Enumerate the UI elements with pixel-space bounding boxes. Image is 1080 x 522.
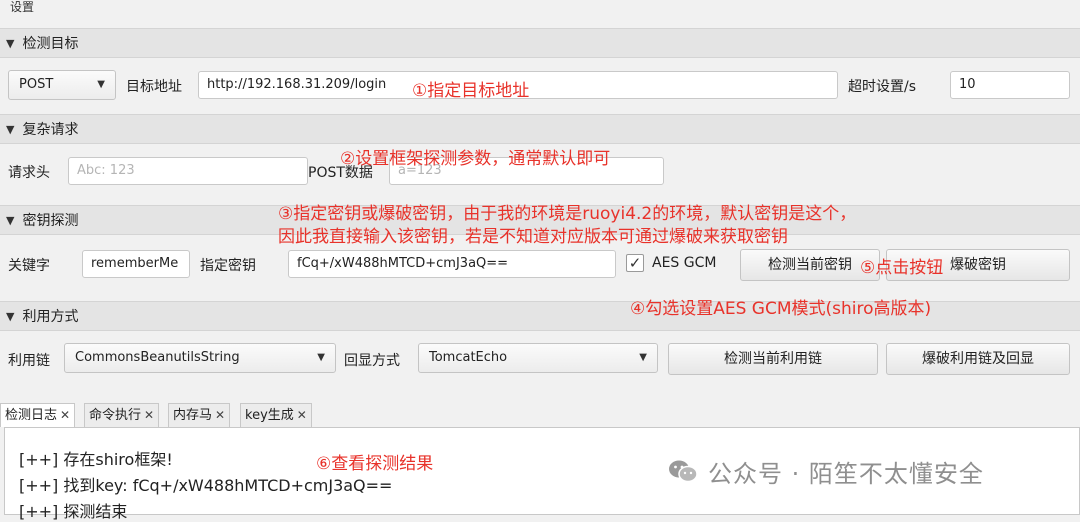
close-icon[interactable]: ✕: [215, 408, 225, 422]
section-complex-header[interactable]: ▼ 复杂请求: [0, 114, 1080, 144]
tab-command-exec[interactable]: 命令执行 ✕: [84, 403, 160, 427]
chain-select[interactable]: CommonsBeanutilsString ▼: [64, 343, 336, 373]
timeout-input[interactable]: 10: [950, 71, 1070, 99]
header-label: 请求头: [8, 165, 50, 181]
section-target-title: 检测目标: [22, 36, 79, 52]
log-line: [++] 找到key: fCq+/xW488hMTCD+cmJ3aQ==: [19, 476, 393, 495]
brute-chain-button[interactable]: 爆破利用链及回显: [886, 343, 1070, 375]
wechat-icon: [668, 458, 698, 484]
window-title: 设置: [10, 0, 35, 14]
collapse-triangle-icon: ▼: [6, 309, 15, 323]
collapse-triangle-icon: ▼: [6, 122, 15, 136]
method-select[interactable]: POST ▼: [8, 70, 116, 100]
chevron-down-icon: ▼: [317, 352, 325, 363]
header-input[interactable]: Abc: 123: [68, 157, 308, 185]
detect-chain-button[interactable]: 检测当前利用链: [668, 343, 878, 375]
annotation-1: ①指定目标地址: [412, 81, 530, 101]
log-line: [++] 存在shiro框架!: [19, 450, 173, 469]
annotation-3-line2: 因此我直接输入该密钥，若是不知道对应版本可通过爆破来获取密钥: [278, 227, 788, 247]
window-title-bar: 设置: [0, 0, 1080, 18]
key-input[interactable]: fCq+/xW488hMTCD+cmJ3aQ==: [288, 250, 616, 278]
annotation-6: ⑥查看探测结果: [316, 454, 434, 474]
tab-label: 内存马: [173, 408, 213, 423]
url-label: 目标地址: [126, 79, 182, 95]
tab-label: key生成: [245, 408, 294, 423]
collapse-triangle-icon: ▼: [6, 36, 15, 50]
checkmark-icon: ✓: [628, 254, 642, 272]
annotation-5: ⑤点击按钮: [860, 258, 944, 278]
section-exploit-title: 利用方式: [22, 309, 79, 325]
keyword-label: 关键字: [8, 258, 50, 274]
log-line: [++] 探测结束: [19, 502, 128, 521]
chain-value: CommonsBeanutilsString: [75, 350, 240, 365]
chevron-down-icon: ▼: [97, 79, 105, 90]
key-label: 指定密钥: [200, 258, 256, 274]
annotation-2: ②设置框架探测参数，通常默认即可: [340, 149, 611, 169]
detect-key-button[interactable]: 检测当前密钥: [740, 249, 880, 281]
tab-label: 命令执行: [89, 408, 142, 423]
watermark-text: 公众号 · 陌笙不太懂安全: [708, 459, 984, 488]
tab-label: 检测日志: [5, 408, 58, 423]
tab-detect-log[interactable]: 检测日志 ✕: [0, 403, 76, 427]
section-key-title: 密钥探测: [22, 213, 79, 229]
echo-select[interactable]: TomcatEcho ▼: [418, 343, 658, 373]
close-icon[interactable]: ✕: [297, 408, 307, 422]
collapse-triangle-icon: ▼: [6, 213, 15, 227]
chevron-down-icon: ▼: [639, 352, 647, 363]
aes-gcm-label: AES GCM: [652, 255, 717, 271]
echo-value: TomcatEcho: [429, 350, 508, 365]
close-icon[interactable]: ✕: [144, 408, 154, 422]
chain-label: 利用链: [8, 353, 50, 369]
section-target-header[interactable]: ▼ 检测目标: [0, 28, 1080, 58]
echo-label: 回显方式: [344, 353, 400, 369]
annotation-4: ④勾选设置AES GCM模式(shiro高版本): [630, 299, 932, 319]
tab-key-gen[interactable]: key生成 ✕: [240, 403, 312, 427]
annotation-3-line1: ③指定密钥或爆破密钥，由于我的环境是ruoyi4.2的环境，默认密钥是这个，: [278, 204, 857, 224]
section-complex-title: 复杂请求: [22, 122, 79, 138]
keyword-input[interactable]: rememberMe: [82, 250, 190, 278]
method-value: POST: [19, 77, 54, 92]
tab-memshell[interactable]: 内存马 ✕: [168, 403, 231, 427]
timeout-label: 超时设置/s: [848, 79, 917, 95]
aes-gcm-checkbox[interactable]: ✓: [626, 254, 644, 272]
watermark: 公众号 · 陌笙不太懂安全: [668, 454, 984, 488]
close-icon[interactable]: ✕: [60, 408, 70, 422]
